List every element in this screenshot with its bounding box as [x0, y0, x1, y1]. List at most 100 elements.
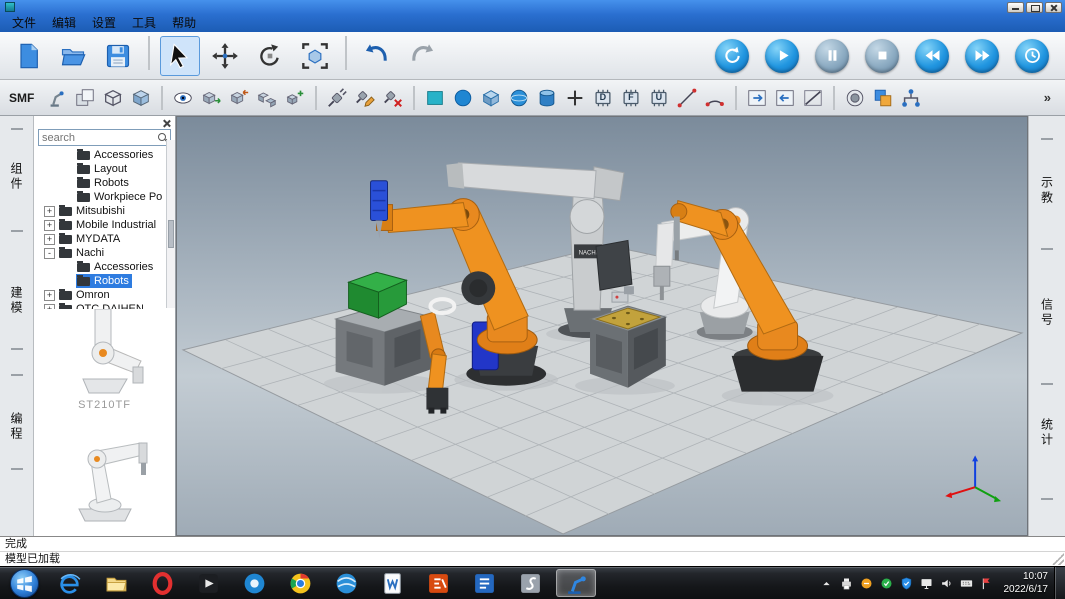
tree-item[interactable]: Mobile Industrial — [34, 218, 175, 232]
visibility-button[interactable] — [169, 84, 196, 111]
robot-thumbnail[interactable] — [45, 309, 165, 397]
redo-button[interactable] — [402, 36, 442, 76]
disconnect-button[interactable] — [379, 84, 406, 111]
select-button[interactable] — [160, 36, 200, 76]
open-button[interactable] — [53, 36, 93, 76]
copy-geometry-button[interactable] — [71, 84, 98, 111]
hierarchy-button[interactable] — [897, 84, 924, 111]
wireframe-view-button[interactable] — [99, 84, 126, 111]
time-button[interactable] — [1015, 39, 1049, 73]
tab-programming[interactable]: 编程 — [8, 412, 25, 442]
strip-handle[interactable] — [1041, 498, 1053, 500]
rotate-button[interactable] — [250, 36, 290, 76]
create-box-button[interactable] — [477, 84, 504, 111]
pause-button[interactable] — [815, 39, 849, 73]
create-plane-button[interactable] — [421, 84, 448, 111]
tree-item[interactable]: Mitsubishi — [34, 204, 175, 218]
stop-button[interactable] — [865, 39, 899, 73]
sep-button[interactable] — [161, 86, 163, 110]
tree-item[interactable]: Workpiece Po — [34, 190, 175, 204]
tray-green-dot-icon[interactable] — [878, 575, 895, 592]
viewport-3d-scene[interactable]: NACHI — [177, 117, 1027, 535]
chip-button[interactable]: U — [645, 84, 672, 111]
taskbar-doc-blue-icon[interactable] — [464, 569, 504, 597]
tab-statistics[interactable]: 统计 — [1039, 418, 1056, 448]
move-button[interactable] — [205, 36, 245, 76]
menu-item[interactable]: 帮助 — [164, 14, 204, 32]
undo-button[interactable] — [357, 36, 397, 76]
tree-item[interactable]: Layout — [34, 162, 175, 176]
create-cylinder-button[interactable] — [533, 84, 560, 111]
tree-item[interactable]: Robots — [34, 274, 175, 288]
viewport-3d[interactable]: NACHI — [176, 116, 1028, 536]
sep-button[interactable] — [735, 86, 737, 110]
panel-close-icon[interactable] — [161, 118, 172, 129]
minimize-button[interactable] — [1007, 2, 1024, 13]
strip-handle[interactable] — [1041, 383, 1053, 385]
reset-button[interactable] — [715, 39, 749, 73]
tree-expander-icon[interactable] — [44, 220, 55, 231]
tree-expander-icon[interactable] — [44, 290, 55, 301]
sep-button[interactable] — [148, 36, 150, 70]
tree-item[interactable]: Accessories — [34, 148, 175, 162]
scrollbar-thumb[interactable] — [168, 220, 174, 248]
show-desktop-button[interactable] — [1054, 567, 1065, 599]
work-table-left[interactable] — [336, 305, 433, 386]
new-button[interactable] — [8, 36, 48, 76]
sep-button[interactable] — [345, 36, 347, 70]
sep-button[interactable] — [833, 86, 835, 110]
tray-volume-icon[interactable] — [938, 575, 955, 592]
sep-button[interactable] — [315, 86, 317, 110]
tab-components[interactable]: 组件 — [8, 162, 25, 192]
tray-monitor-icon[interactable] — [918, 575, 935, 592]
taskbar-ie-icon[interactable] — [50, 569, 90, 597]
tray-keyboard-icon[interactable] — [958, 575, 975, 592]
tree-expander-icon[interactable] — [44, 248, 55, 259]
play-button[interactable] — [765, 39, 799, 73]
menu-item[interactable]: 设置 — [84, 14, 124, 32]
section-button[interactable] — [799, 84, 826, 111]
search-input[interactable] — [38, 129, 171, 146]
resize-grip[interactable] — [1052, 553, 1064, 565]
tree-expander-icon[interactable] — [44, 234, 55, 245]
tray-shield-blue-icon[interactable] — [898, 575, 915, 592]
menu-item[interactable]: 编辑 — [44, 14, 84, 32]
robot-thumbnail[interactable] — [45, 413, 165, 525]
tray-printer-icon[interactable] — [838, 575, 855, 592]
tray-orange-dot-icon[interactable] — [858, 575, 875, 592]
taskbar-wps-icon[interactable] — [372, 569, 412, 597]
taskbar-cad-gray-icon[interactable] — [510, 569, 550, 597]
tree-item[interactable]: MYDATA — [34, 232, 175, 246]
fast-forward-button[interactable] — [965, 39, 999, 73]
taskbar-blue-dot-icon[interactable] — [234, 569, 274, 597]
part-export-button[interactable] — [197, 84, 224, 111]
shaded-view-button[interactable] — [127, 84, 154, 111]
tab-modeling[interactable]: 建模 — [8, 286, 25, 316]
create-circle-button[interactable] — [449, 84, 476, 111]
export-panel-button[interactable] — [743, 84, 770, 111]
taskbar-start-icon[interactable] — [7, 569, 41, 597]
create-point-button[interactable] — [561, 84, 588, 111]
tree-item[interactable]: Omron — [34, 288, 175, 302]
tree-item[interactable]: Accessories — [34, 260, 175, 274]
taskbar-clock[interactable]: 10:07 2022/6/17 — [1004, 570, 1049, 597]
snap-target-button[interactable] — [841, 84, 868, 111]
tree-scrollbar[interactable] — [166, 140, 175, 308]
strip-handle[interactable] — [1041, 248, 1053, 250]
taskbar-browser-blue-icon[interactable] — [326, 569, 366, 597]
taskbar-chrome-icon[interactable] — [280, 569, 320, 597]
menu-item[interactable]: 文件 — [4, 14, 44, 32]
tab-teach[interactable]: 示教 — [1039, 176, 1056, 206]
create-sphere-button[interactable] — [505, 84, 532, 111]
measure-line-button[interactable] — [673, 84, 700, 111]
connect-button[interactable] — [323, 84, 350, 111]
taskbar-robot-sim-icon[interactable] — [556, 569, 596, 597]
strip-handle[interactable] — [11, 374, 23, 376]
controller-box[interactable] — [596, 240, 632, 290]
taskbar-media-dark-icon[interactable] — [188, 569, 228, 597]
smf-label[interactable]: SMF — [9, 91, 34, 105]
part-merge-button[interactable] — [281, 84, 308, 111]
menu-item[interactable]: 工具 — [124, 14, 164, 32]
taskbar-ev-capture-icon[interactable] — [418, 569, 458, 597]
strip-handle[interactable] — [11, 128, 23, 130]
